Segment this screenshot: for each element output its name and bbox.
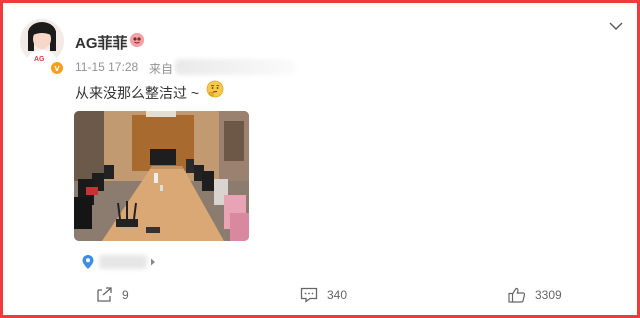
username[interactable]: AG菲菲 <box>75 32 128 53</box>
post-text: 从来没那么整洁过 ~ <box>75 85 200 101</box>
verified-badge-icon: v <box>50 61 64 75</box>
chevron-right-icon <box>151 258 155 266</box>
thinking-face-icon <box>206 80 224 98</box>
repost-button[interactable]: 9 <box>95 287 129 303</box>
thumbs-up-icon <box>508 287 526 303</box>
weibo-post-card: AG v AG菲菲 11-15 17:28 来自 从来没那么整洁过 ~ 9 34… <box>0 0 640 318</box>
location-pin-icon <box>82 255 94 269</box>
comment-icon <box>300 287 318 303</box>
post-source-label: 来自 <box>149 62 174 76</box>
svg-text:AG: AG <box>34 56 45 63</box>
comment-button[interactable]: 340 <box>300 287 347 303</box>
location-tag[interactable] <box>75 251 159 273</box>
repost-icon <box>97 287 112 302</box>
chevron-down-icon[interactable] <box>609 21 623 31</box>
like-button[interactable]: 3309 <box>508 287 562 303</box>
repost-count: 9 <box>122 288 129 302</box>
post-timestamp[interactable]: 11-15 17:28 <box>75 60 138 74</box>
avatar[interactable]: AG <box>20 19 64 63</box>
comment-count: 340 <box>327 288 348 302</box>
location-label-redacted <box>99 255 147 269</box>
post-photo[interactable] <box>74 111 249 241</box>
like-count: 3309 <box>535 288 562 302</box>
post-source-redacted <box>175 59 295 75</box>
member-badge-icon[interactable] <box>130 33 144 47</box>
